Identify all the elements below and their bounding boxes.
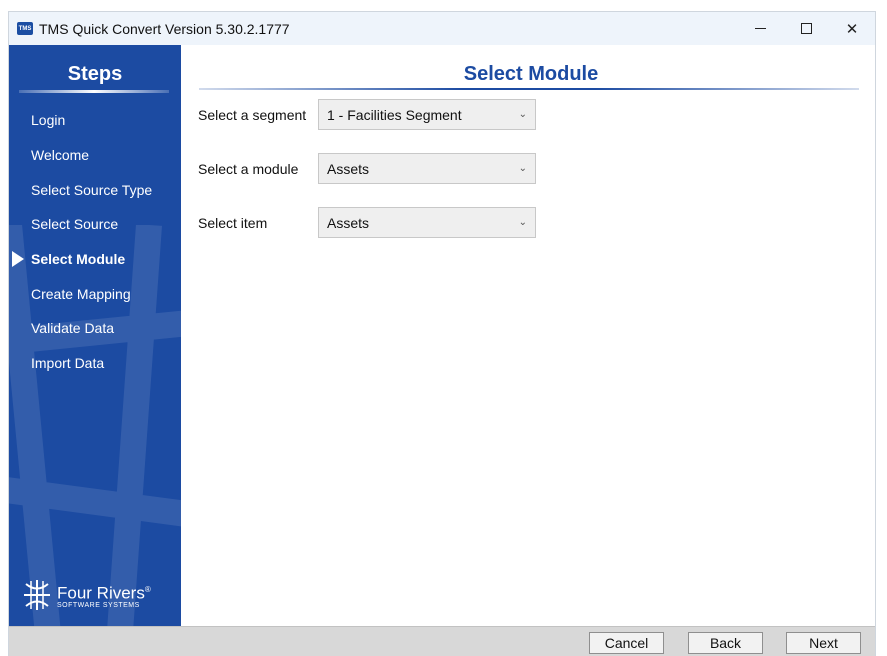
main-panel: Select Module Select a segment 1 - Facil… xyxy=(181,45,875,626)
step-label: Validate Data xyxy=(31,320,115,337)
item-select-value: Assets xyxy=(327,214,370,231)
step-login[interactable]: Login xyxy=(9,103,181,138)
steps-underline xyxy=(19,90,169,93)
step-create-mapping[interactable]: Create Mapping xyxy=(9,276,181,311)
window-controls: ✕ xyxy=(737,12,875,45)
module-select[interactable]: Assets ⌄ xyxy=(318,153,536,184)
step-import-data[interactable]: Import Data xyxy=(9,346,181,381)
step-label: Welcome xyxy=(31,147,90,164)
cancel-button[interactable]: Cancel xyxy=(589,632,664,654)
module-row: Select a module Assets ⌄ xyxy=(198,153,536,184)
steps-title: Steps xyxy=(67,63,123,85)
page-title: Select Module xyxy=(463,63,599,85)
step-label: Import Data xyxy=(31,355,105,372)
segment-select-value: 1 - Facilities Segment xyxy=(327,106,462,123)
logo-name: Four Rivers xyxy=(57,583,145,603)
step-select-source[interactable]: Select Source xyxy=(9,207,181,242)
step-label: Select Source Type xyxy=(31,181,153,198)
company-logo: Four Rivers® SOFTWARE SYSTEMS xyxy=(23,579,151,611)
footer-bar: Cancel Back Next xyxy=(9,626,875,656)
close-button[interactable]: ✕ xyxy=(829,12,875,45)
app-window: TMS TMS Quick Convert Version 5.30.2.177… xyxy=(9,12,875,656)
logo-subtitle: SOFTWARE SYSTEMS xyxy=(57,602,140,610)
chevron-down-icon: ⌄ xyxy=(518,109,527,120)
step-label: Select Module xyxy=(31,251,126,268)
step-list: Login Welcome Select Source Type Select … xyxy=(9,103,181,381)
title-bar: TMS TMS Quick Convert Version 5.30.2.177… xyxy=(9,12,875,45)
four-rivers-logo-icon xyxy=(24,580,50,610)
step-validate-data[interactable]: Validate Data xyxy=(9,311,181,346)
step-label: Select Source xyxy=(31,216,119,233)
minimize-button[interactable] xyxy=(737,12,783,45)
maximize-button[interactable] xyxy=(783,12,829,45)
next-button[interactable]: Next xyxy=(786,632,861,654)
module-label: Select a module xyxy=(198,160,299,177)
close-icon: ✕ xyxy=(845,20,859,38)
arrow-right-icon xyxy=(12,250,24,267)
title-underline xyxy=(199,88,859,90)
minimize-icon xyxy=(754,28,766,29)
step-select-source-type[interactable]: Select Source Type xyxy=(9,172,181,207)
segment-row: Select a segment 1 - Facilities Segment … xyxy=(198,99,536,130)
steps-sidebar: Steps Login Welcome Select Source Type S… xyxy=(9,45,181,626)
step-label: Create Mapping xyxy=(31,285,131,302)
module-select-value: Assets xyxy=(327,160,370,177)
maximize-icon xyxy=(800,23,812,34)
item-label: Select item xyxy=(198,214,268,231)
app-icon: TMS xyxy=(17,22,33,35)
segment-select[interactable]: 1 - Facilities Segment ⌄ xyxy=(318,99,536,130)
step-select-module[interactable]: Select Module xyxy=(9,242,181,277)
chevron-down-icon: ⌄ xyxy=(518,163,527,174)
chevron-down-icon: ⌄ xyxy=(518,217,527,228)
step-welcome[interactable]: Welcome xyxy=(9,138,181,173)
step-label: Login xyxy=(31,112,66,129)
segment-label: Select a segment xyxy=(198,106,307,123)
item-select[interactable]: Assets ⌄ xyxy=(318,207,536,238)
item-row: Select item Assets ⌄ xyxy=(198,207,536,238)
window-title: TMS Quick Convert Version 5.30.2.1777 xyxy=(39,20,290,37)
back-button[interactable]: Back xyxy=(688,632,763,654)
logo-registered-mark: ® xyxy=(144,584,151,594)
